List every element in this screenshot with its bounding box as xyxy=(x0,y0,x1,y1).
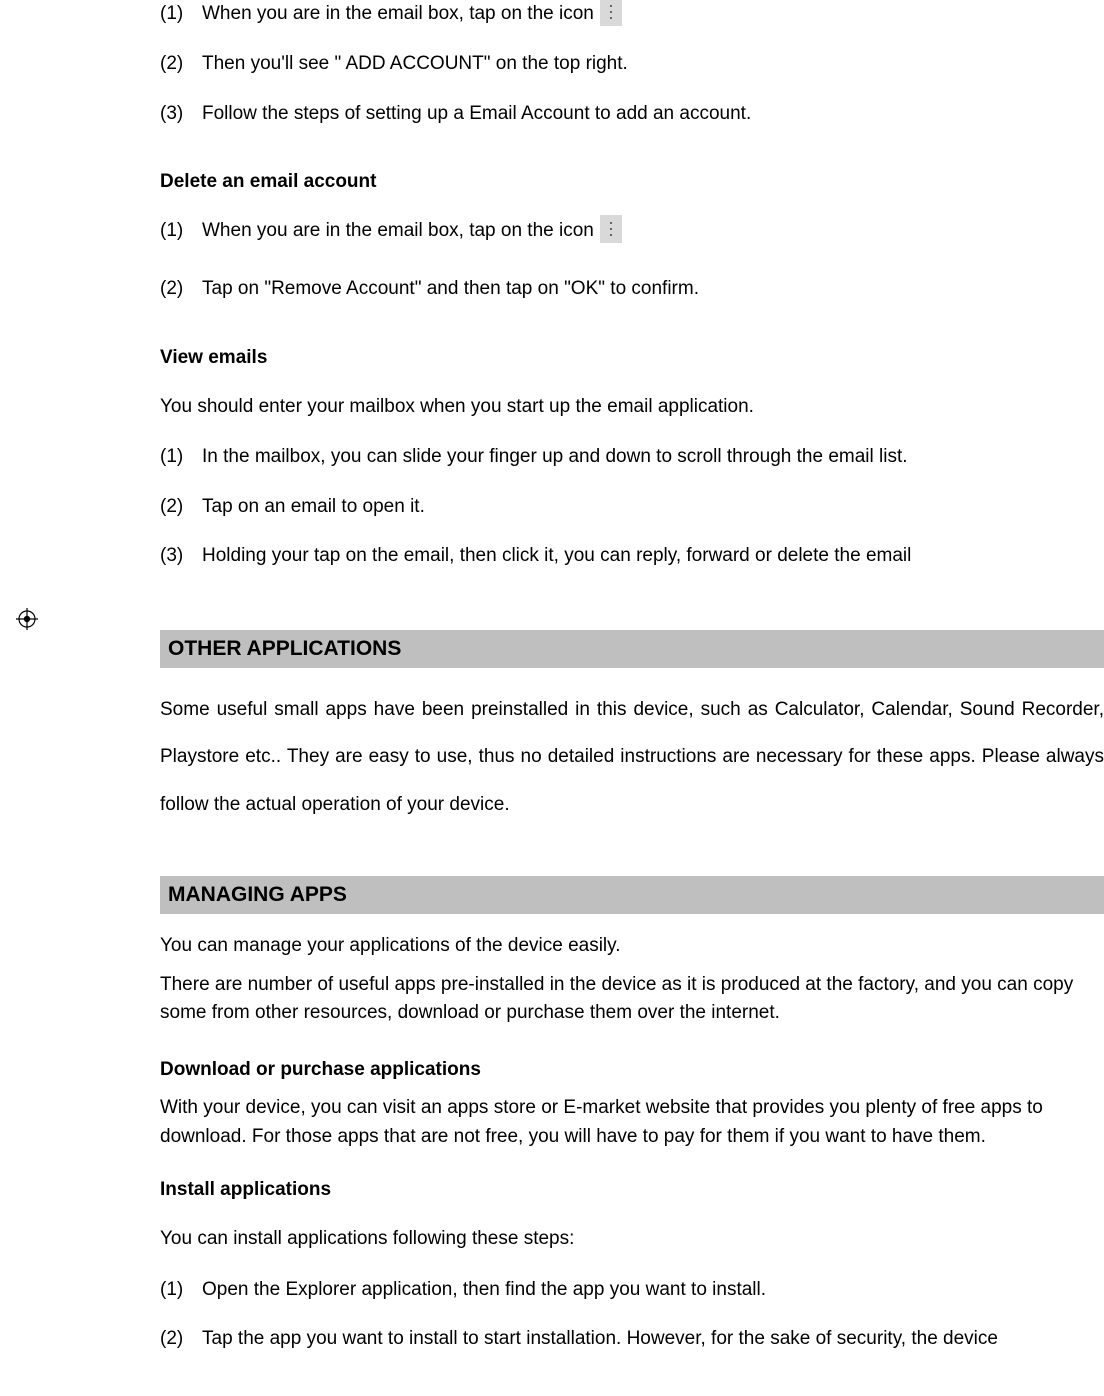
list-number: (2) xyxy=(160,275,202,303)
list-text: When you are in the email box, tap on th… xyxy=(202,0,594,28)
heading-view-emails: View emails xyxy=(160,347,1104,369)
view-emails-list: (1) In the mailbox, you can slide your f… xyxy=(160,443,1104,570)
list-number: (1) xyxy=(160,217,202,245)
heading-other-applications: OTHER APPLICATIONS xyxy=(160,630,1104,668)
install-intro: You can install applications following t… xyxy=(160,1225,1104,1254)
download-paragraph: With your device, you can visit an apps … xyxy=(160,1094,1104,1151)
overflow-menu-icon xyxy=(600,0,622,26)
registration-mark xyxy=(16,608,38,636)
list-item: (1) When you are in the email box, tap o… xyxy=(160,0,1104,28)
heading-delete-account: Delete an email account xyxy=(160,171,1104,193)
list-item: (1) In the mailbox, you can slide your f… xyxy=(160,443,1104,471)
add-account-list: (1) When you are in the email box, tap o… xyxy=(160,0,1104,127)
list-number: (2) xyxy=(160,493,202,521)
list-number: (2) xyxy=(160,1325,202,1353)
list-text: Holding your tap on the email, then clic… xyxy=(202,542,911,570)
list-number: (1) xyxy=(160,1276,202,1304)
managing-para-1: You can manage your applications of the … xyxy=(160,932,1104,961)
list-item: (2) Then you'll see " ADD ACCOUNT" on th… xyxy=(160,50,1104,78)
list-text: Tap on an email to open it. xyxy=(202,493,425,521)
list-item: (2) Tap on "Remove Account" and then tap… xyxy=(160,275,1104,303)
heading-install-apps: Install applications xyxy=(160,1179,1104,1201)
install-list: (1) Open the Explorer application, then … xyxy=(160,1276,1104,1353)
document-page: (1) When you are in the email box, tap o… xyxy=(0,0,1104,1353)
list-text: Open the Explorer application, then find… xyxy=(202,1276,766,1304)
list-text: In the mailbox, you can slide your finge… xyxy=(202,443,908,471)
list-text: Tap the app you want to install to start… xyxy=(202,1325,998,1353)
managing-para-2: There are number of useful apps pre-inst… xyxy=(160,971,1104,1028)
list-number: (1) xyxy=(160,0,202,28)
list-number: (1) xyxy=(160,443,202,471)
view-intro: You should enter your mailbox when you s… xyxy=(160,393,1104,422)
list-item: (1) When you are in the email box, tap o… xyxy=(160,217,1104,245)
delete-account-list: (1) When you are in the email box, tap o… xyxy=(160,217,1104,303)
heading-managing-apps: MANAGING APPS xyxy=(160,876,1104,914)
list-number: (2) xyxy=(160,50,202,78)
overflow-menu-icon xyxy=(600,215,622,243)
list-text: When you are in the email box, tap on th… xyxy=(202,217,594,245)
list-item: (3) Follow the steps of setting up a Ema… xyxy=(160,100,1104,128)
list-text: Then you'll see " ADD ACCOUNT" on the to… xyxy=(202,50,628,78)
list-item: (3) Holding your tap on the email, then … xyxy=(160,542,1104,570)
list-number: (3) xyxy=(160,100,202,128)
list-item: (2) Tap on an email to open it. xyxy=(160,493,1104,521)
list-item: (2) Tap the app you want to install to s… xyxy=(160,1325,1104,1353)
list-text: Tap on "Remove Account" and then tap on … xyxy=(202,275,699,303)
list-text: Follow the steps of setting up a Email A… xyxy=(202,100,751,128)
list-number: (3) xyxy=(160,542,202,570)
heading-download-purchase: Download or purchase applications xyxy=(160,1056,1104,1085)
list-item: (1) Open the Explorer application, then … xyxy=(160,1276,1104,1304)
other-apps-paragraph: Some useful small apps have been preinst… xyxy=(160,686,1104,829)
